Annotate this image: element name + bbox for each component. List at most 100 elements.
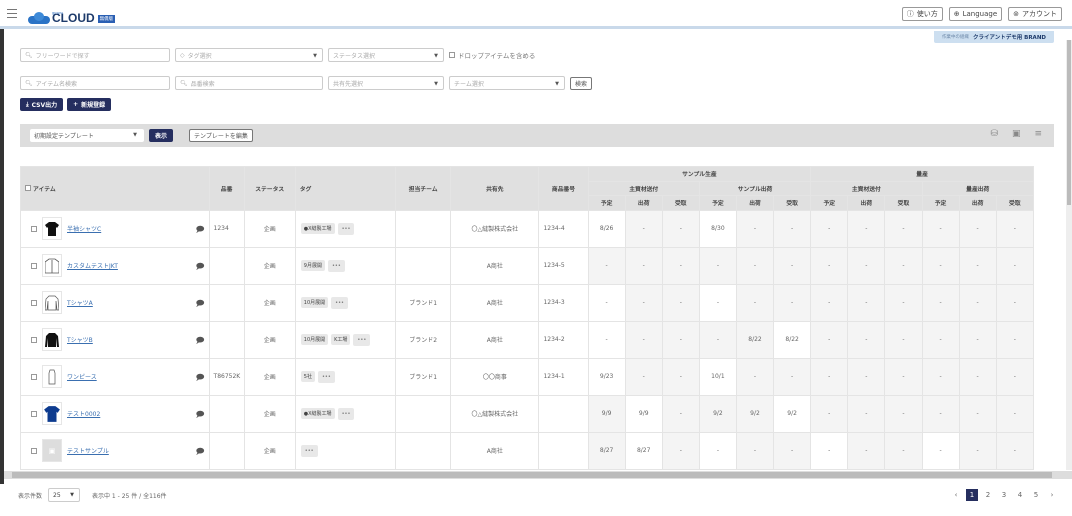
table-row[interactable]: TシャツA 🗩︎ 企画 10月展開 ••• ブランド1 A商社 1234-3- - - - - - - - -… <box>20 283 1034 322</box>
share-select[interactable]: 共有先選択 ▼ <box>328 76 444 90</box>
schedule-date-cell[interactable]: - <box>661 357 700 396</box>
schedule-date-cell[interactable]: - <box>958 431 997 470</box>
schedule-date-cell[interactable]: - <box>661 394 700 433</box>
schedule-date-cell[interactable]: - <box>921 394 960 433</box>
schedule-date-cell[interactable]: 8/22 <box>773 320 812 359</box>
item-name-link[interactable]: テストサンプル <box>67 446 109 455</box>
schedule-date-cell[interactable]: - <box>995 283 1034 322</box>
select-all-checkbox[interactable] <box>25 184 31 191</box>
tag-chip[interactable]: 9月展開 <box>300 259 325 271</box>
schedule-date-cell[interactable]: - <box>884 357 923 396</box>
help-button[interactable]: ⓘ 使い方 <box>901 7 943 21</box>
schedule-date-cell[interactable]: - <box>847 431 886 470</box>
item-name-link[interactable]: 半袖シャツC <box>67 224 101 233</box>
more-tags-button[interactable]: ••• <box>327 259 345 272</box>
schedule-date-cell[interactable]: - <box>773 357 812 396</box>
comment-icon[interactable]: 🗩︎ <box>196 335 205 349</box>
table-row[interactable]: ▣ テストサンプル 🗩︎ 企画 ••• A商社 8/27 8/27- - - - - - - - - - <box>20 431 1034 470</box>
tag-chip[interactable]: K工場 <box>331 333 351 345</box>
schedule-date-cell[interactable]: - <box>624 357 663 396</box>
page-button[interactable]: 2 <box>982 491 994 499</box>
schedule-date-cell[interactable]: - <box>921 357 960 396</box>
schedule-date-cell[interactable]: 8/30 <box>698 209 737 248</box>
table-row[interactable]: ワンピース 🗩︎ T86752K 企画 5社 ••• ブランド1 〇〇商事 1234-1 9/23… <box>20 357 1034 396</box>
table-row[interactable]: 半袖シャツC 🗩︎ 1234 企画 ●X縫製工場 ••• 〇△縫製株式会社 1234-4 8/2… <box>20 209 1034 248</box>
team-select[interactable]: チーム選択 ▼ <box>449 76 565 90</box>
comment-icon[interactable]: 🗩︎ <box>196 224 205 238</box>
status-select[interactable]: ステータス選択 ▼ <box>328 48 444 62</box>
row-checkbox[interactable] <box>31 447 37 454</box>
schedule-date-cell[interactable]: - <box>921 431 960 470</box>
table-row[interactable]: テスト0002 🗩︎ 企画 ●X縫製工場 ••• 〇△縫製株式会社 9/9 9/9-9/2 9/… <box>20 394 1034 433</box>
schedule-date-cell[interactable]: 8/27 <box>624 431 663 470</box>
schedule-date-cell[interactable]: - <box>995 394 1034 433</box>
schedule-date-cell[interactable]: - <box>810 283 849 322</box>
new-item-button[interactable]: + 新規登録 <box>67 98 112 111</box>
row-checkbox[interactable] <box>31 336 37 343</box>
row-checkbox[interactable] <box>31 262 37 269</box>
table-row[interactable]: カスタムテストJKT 🗩︎ 企画 9月展開 ••• A商社 1234-5- - - - - - - - - -… <box>20 246 1034 285</box>
schedule-date-cell[interactable]: - <box>624 320 663 359</box>
item-thumbnail[interactable] <box>42 365 62 389</box>
item-name-link[interactable]: カスタムテストJKT <box>67 261 118 270</box>
sort-icon[interactable]: ≡ <box>1034 129 1042 139</box>
horizontal-scrollbar[interactable] <box>4 471 1072 479</box>
schedule-date-cell[interactable]: - <box>698 431 737 470</box>
item-thumbnail[interactable] <box>42 402 62 426</box>
schedule-date-cell[interactable]: - <box>773 246 812 285</box>
more-tags-button[interactable]: ••• <box>337 407 355 420</box>
schedule-date-cell[interactable]: - <box>958 246 997 285</box>
schedule-date-cell[interactable]: - <box>958 209 997 248</box>
schedule-date-cell[interactable]: - <box>921 246 960 285</box>
schedule-date-cell[interactable]: 8/22 <box>735 320 775 359</box>
schedule-date-cell[interactable]: - <box>847 357 886 396</box>
current-organization[interactable]: 作業中の組織 クライアントデモ用 BRAND <box>933 31 1054 43</box>
comment-icon[interactable]: 🗩︎ <box>196 372 205 386</box>
schedule-date-cell[interactable]: - <box>624 209 663 248</box>
tag-chip[interactable]: ●X縫製工場 <box>300 407 335 419</box>
schedule-date-cell[interactable]: - <box>661 320 700 359</box>
schedule-date-cell[interactable]: - <box>810 357 849 396</box>
include-drop-items[interactable]: ドロップアイテムを含める <box>449 50 535 60</box>
item-thumbnail[interactable]: ▣ <box>42 439 62 463</box>
schedule-date-cell[interactable]: - <box>810 246 849 285</box>
schedule-date-cell[interactable]: - <box>810 320 849 359</box>
schedule-date-cell[interactable]: - <box>698 283 737 322</box>
schedule-date-cell[interactable]: - <box>995 246 1034 285</box>
schedule-date-cell[interactable]: - <box>884 209 923 248</box>
schedule-date-cell[interactable]: - <box>958 320 997 359</box>
schedule-date-cell[interactable]: - <box>884 394 923 433</box>
schedule-date-cell[interactable]: 9/9 <box>587 394 626 433</box>
item-thumbnail[interactable] <box>42 328 62 352</box>
logo[interactable]: growu CLOUD 無償版 <box>28 4 116 24</box>
schedule-date-cell[interactable]: - <box>884 431 923 470</box>
schedule-date-cell[interactable]: - <box>735 246 775 285</box>
schedule-date-cell[interactable]: - <box>624 283 663 322</box>
schedule-date-cell[interactable]: - <box>921 283 960 322</box>
schedule-date-cell[interactable]: - <box>921 320 960 359</box>
schedule-date-cell[interactable]: - <box>995 357 1034 396</box>
tag-chip[interactable]: 5社 <box>300 370 315 382</box>
schedule-date-cell[interactable]: 9/2 <box>773 394 812 433</box>
part-number-search-input[interactable]: 🔍︎ 品番検索 <box>175 76 323 90</box>
schedule-date-cell[interactable]: - <box>810 209 849 248</box>
row-checkbox[interactable] <box>31 225 37 232</box>
menu-icon[interactable] <box>7 9 17 18</box>
csv-export-button[interactable]: ⤓ CSV出力 <box>20 98 64 111</box>
vertical-scrollbar[interactable] <box>1066 40 1072 470</box>
item-thumbnail[interactable] <box>42 217 62 241</box>
schedule-date-cell[interactable]: - <box>884 320 923 359</box>
schedule-date-cell[interactable]: 9/2 <box>735 394 775 433</box>
schedule-date-cell[interactable]: - <box>884 246 923 285</box>
schedule-date-cell[interactable]: 9/9 <box>624 394 663 433</box>
freeword-search-input[interactable]: 🔍︎ フリーワードで探す <box>20 48 170 62</box>
schedule-date-cell[interactable]: 8/27 <box>587 431 626 470</box>
schedule-date-cell[interactable]: - <box>661 283 700 322</box>
next-page-button[interactable]: › <box>1046 491 1058 499</box>
schedule-date-cell[interactable]: - <box>995 431 1034 470</box>
language-button[interactable]: ⊕ Language <box>948 7 1003 21</box>
edit-template-button[interactable]: テンプレートを編集 <box>189 129 253 142</box>
schedule-date-cell[interactable]: - <box>773 283 812 322</box>
schedule-date-cell[interactable]: - <box>698 320 737 359</box>
schedule-date-cell[interactable]: 10/1 <box>698 357 737 396</box>
